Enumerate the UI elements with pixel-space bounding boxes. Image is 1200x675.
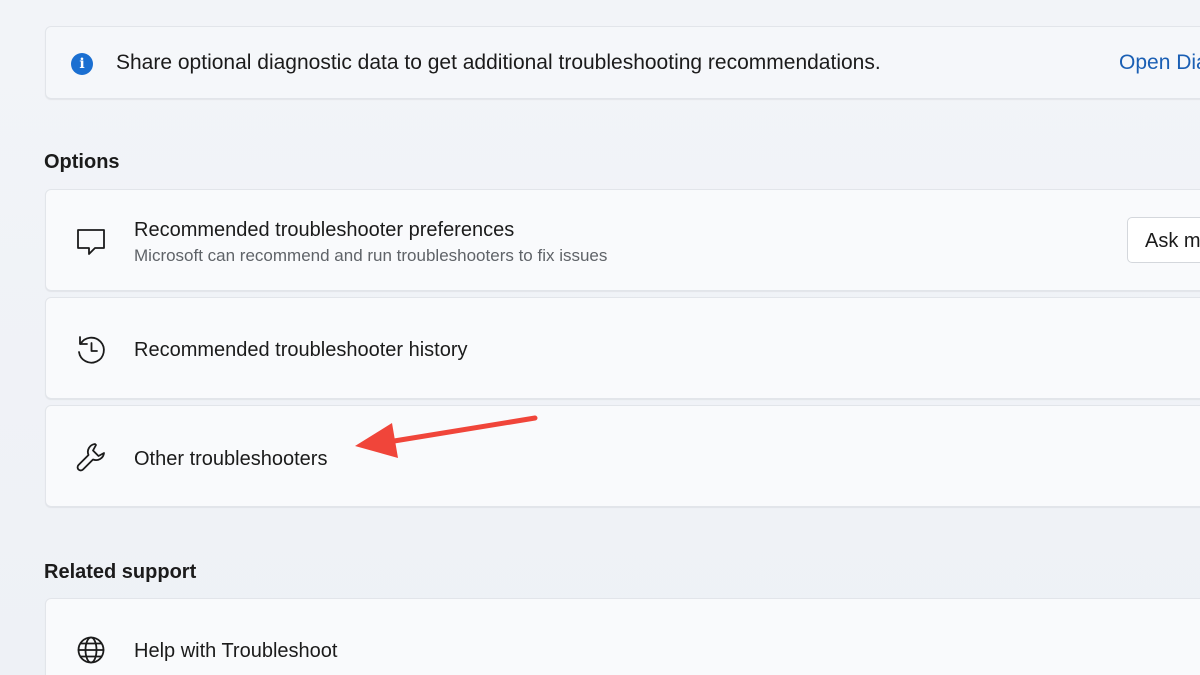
row-subtitle: Microsoft can recommend and run troubles… (134, 246, 608, 265)
wrench-icon (74, 440, 108, 474)
diagnostic-data-banner: i Share optional diagnostic data to get … (45, 26, 1200, 99)
row-title: Help with Troubleshoot (134, 640, 338, 662)
other-troubleshooters-row[interactable]: Other troubleshooters (45, 405, 1200, 507)
troubleshooter-preferences-row[interactable]: Recommended troubleshooter preferences M… (45, 189, 1200, 291)
preference-dropdown[interactable]: Ask m (1127, 217, 1200, 263)
options-heading: Options (44, 151, 120, 173)
history-icon (74, 333, 108, 367)
help-with-troubleshoot-row[interactable]: Help with Troubleshoot (45, 598, 1200, 675)
related-support-heading: Related support (44, 561, 197, 583)
settings-page: i Share optional diagnostic data to get … (0, 0, 1200, 675)
banner-text: Share optional diagnostic data to get ad… (116, 51, 881, 74)
troubleshooter-history-row[interactable]: Recommended troubleshooter history (45, 297, 1200, 399)
row-title: Recommended troubleshooter history (134, 339, 468, 361)
row-title: Recommended troubleshooter preferences (134, 219, 515, 241)
chat-bubble-icon (74, 225, 108, 259)
row-title: Other troubleshooters (134, 448, 328, 470)
annotation-arrow-icon (355, 415, 538, 458)
open-diagnostic-link[interactable]: Open Dia (1119, 51, 1200, 75)
info-icon: i (71, 53, 93, 75)
globe-icon (74, 633, 108, 667)
